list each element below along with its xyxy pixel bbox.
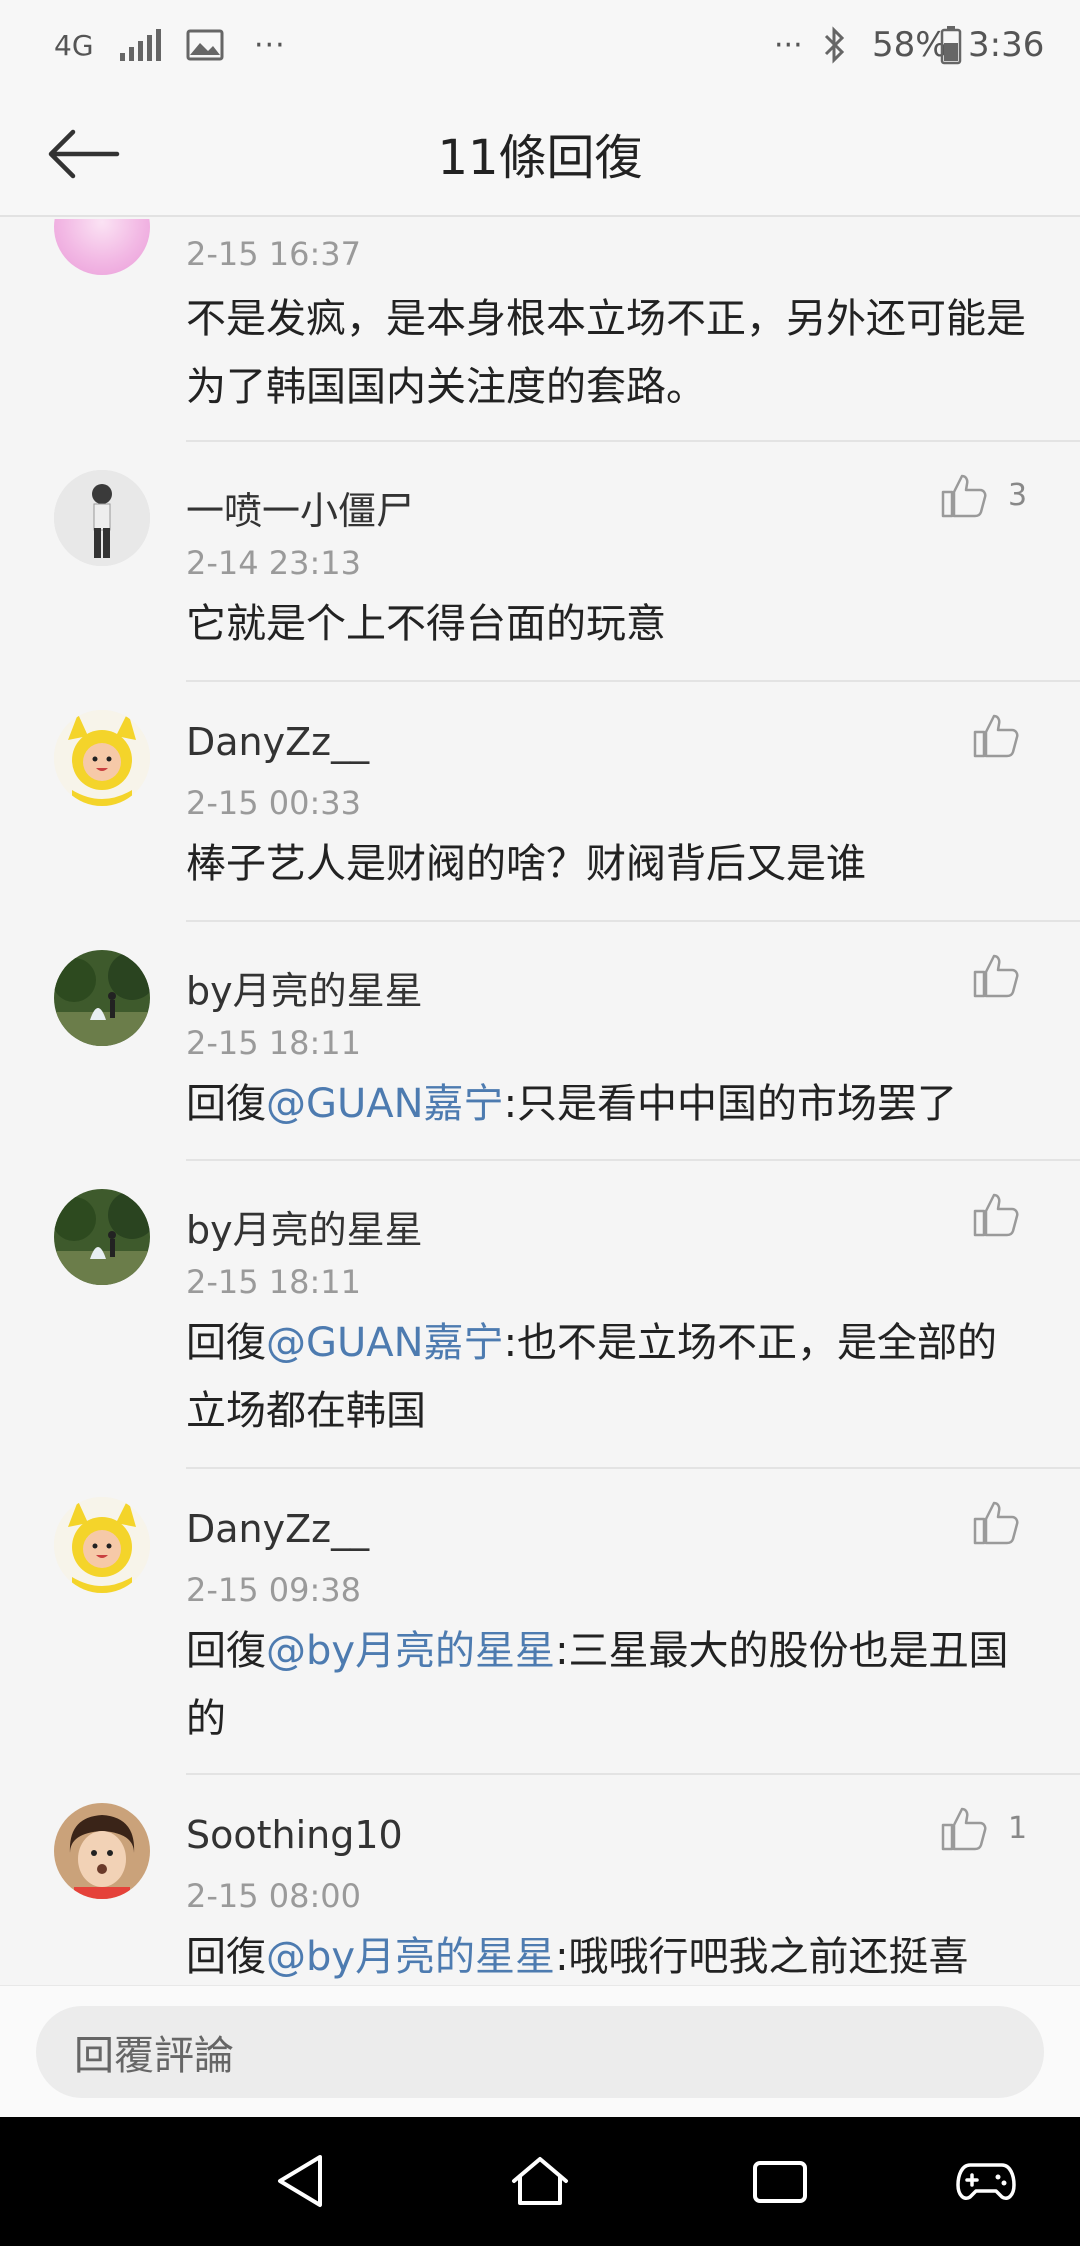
avatar[interactable] — [54, 219, 150, 275]
thumbs-up-icon — [973, 954, 1019, 998]
comment-timestamp: 2-15 08:00 — [186, 1877, 362, 1915]
signal-icon — [118, 22, 162, 68]
reply-bar: 回覆評論 — [0, 1985, 1080, 2117]
game-mode-button[interactable] — [954, 2149, 1018, 2213]
nav-back-icon — [278, 2155, 322, 2207]
comment-item: 一喷一小僵尸 2-14 23:13 它就是个上不得台面的玩意 3 — [0, 442, 1080, 682]
status-overflow-icon: ··· — [774, 27, 803, 63]
reply-prefix: 回復 — [186, 1934, 266, 1980]
reply-body: :只是看中中国的市场罢了 — [503, 1081, 958, 1127]
comment-username[interactable]: 一喷一小僵尸 — [186, 480, 414, 535]
thumbs-up-icon — [973, 1501, 1019, 1545]
bluetooth-icon — [822, 22, 848, 68]
nav-home-button[interactable] — [508, 2149, 572, 2213]
comment-text: 棒子艺人是财阀的啥？财阀背后又是谁 — [186, 841, 866, 887]
comment-username[interactable]: DanyZz__ — [186, 1507, 369, 1551]
thumbs-up-icon — [941, 1807, 987, 1851]
thumbs-up-icon — [973, 714, 1019, 758]
comment-timestamp: 2-15 00:33 — [186, 784, 362, 822]
comment-item: DanyZz__ 2-15 09:38 回復@by月亮的星星:三星最大的股份也是… — [0, 1469, 1080, 1775]
like-button[interactable] — [972, 712, 1020, 758]
notification-overflow-icon: ··· — [254, 27, 286, 63]
mention-link[interactable]: @by月亮的星星 — [266, 1628, 555, 1674]
reply-prefix: 回復 — [186, 1081, 266, 1127]
comment-item: by月亮的星星 2-15 18:11 回復@GUAN嘉宁:也不是立场不正，是全部… — [0, 1161, 1080, 1469]
mention-link[interactable]: @GUAN嘉宁 — [266, 1320, 504, 1366]
page-title: 11條回復 — [437, 130, 643, 186]
nav-recents-button[interactable] — [748, 2149, 812, 2213]
status-bar: 4G ··· ··· 58% 3:36 — [0, 0, 1080, 90]
thumbs-up-icon — [973, 1193, 1019, 1237]
avatar[interactable] — [54, 1189, 150, 1285]
like-count: 3 — [1008, 477, 1028, 513]
comment-text: 不是发疯，是本身根本立场不正，另外还可能是为了韩国国内关注度的套路。 — [186, 296, 1026, 410]
comment-timestamp: 2-15 09:38 — [186, 1571, 362, 1609]
avatar[interactable] — [54, 1497, 150, 1593]
comment-username[interactable]: by月亮的星星 — [186, 1199, 423, 1254]
nav-back-button[interactable] — [268, 2149, 332, 2213]
gamepad-icon — [956, 2163, 1016, 2200]
comment-item: by月亮的星星 2-15 18:11 回復@GUAN嘉宁:只是看中中国的市场罢了 — [0, 922, 1080, 1161]
comment-text: 回復@by月亮的星星:三星最大的股份也是丑国的 — [186, 1617, 1036, 1753]
thumbs-up-icon — [941, 474, 987, 518]
clock: 3:36 — [968, 25, 1045, 65]
reply-prefix: 回復 — [186, 1320, 266, 1366]
nav-home-icon — [512, 2157, 568, 2205]
comment-item: 2-15 16:37 不是发疯，是本身根本立场不正，另外还可能是为了韩国国内关注… — [0, 219, 1080, 442]
network-type-indicator: 4G — [54, 28, 94, 62]
system-nav-bar — [0, 2117, 1080, 2246]
like-button[interactable] — [972, 1499, 1020, 1545]
battery-percentage: 58% — [872, 25, 948, 65]
like-count: 1 — [1008, 1810, 1028, 1846]
comment-text: 回復@GUAN嘉宁:也不是立场不正，是全部的立场都在韩国 — [186, 1309, 1036, 1445]
avatar[interactable] — [54, 1803, 150, 1899]
comment-timestamp: 2-15 16:37 — [186, 235, 362, 273]
like-button[interactable]: 1 — [940, 1805, 1027, 1851]
reply-prefix: 回復 — [186, 1628, 266, 1674]
comment-username[interactable]: by月亮的星星 — [186, 960, 423, 1015]
comment-timestamp: 2-15 18:11 — [186, 1263, 362, 1301]
comment-item: Soothing10 2-15 08:00 回復@by月亮的星星:哦哦行吧我之前… — [0, 1775, 1080, 1985]
comment-text: 回復@GUAN嘉宁:只是看中中国的市场罢了 — [186, 1070, 1036, 1138]
comment-text: 回復@by月亮的星星:哦哦行吧我之前还挺喜 — [186, 1923, 1036, 1985]
comment-list[interactable]: 2-15 16:37 不是发疯，是本身根本立场不正，另外还可能是为了韩国国内关注… — [0, 219, 1080, 1985]
avatar[interactable] — [54, 470, 150, 566]
mention-link[interactable]: @by月亮的星星 — [266, 1934, 555, 1980]
like-button[interactable] — [972, 952, 1020, 998]
battery-icon — [940, 22, 962, 68]
like-button[interactable]: 3 — [940, 472, 1027, 518]
comment-item: DanyZz__ 2-15 00:33 棒子艺人是财阀的啥？财阀背后又是谁 — [0, 682, 1080, 922]
image-icon — [186, 22, 224, 68]
comment-timestamp: 2-15 18:11 — [186, 1024, 362, 1062]
comment-text: 它就是个上不得台面的玩意 — [186, 601, 666, 647]
comment-username[interactable]: DanyZz__ — [186, 720, 369, 764]
avatar[interactable] — [54, 710, 150, 806]
reply-input[interactable]: 回覆評論 — [36, 2006, 1044, 2098]
title-bar: 11條回復 — [0, 90, 1080, 217]
mention-link[interactable]: @GUAN嘉宁 — [266, 1081, 504, 1127]
comment-username[interactable]: Soothing10 — [186, 1813, 403, 1857]
avatar[interactable] — [54, 950, 150, 1046]
like-button[interactable] — [972, 1191, 1020, 1237]
comment-timestamp: 2-14 23:13 — [186, 544, 362, 582]
reply-body: :哦哦行吧我之前还挺喜 — [555, 1934, 969, 1980]
nav-recents-icon — [753, 2161, 807, 2203]
